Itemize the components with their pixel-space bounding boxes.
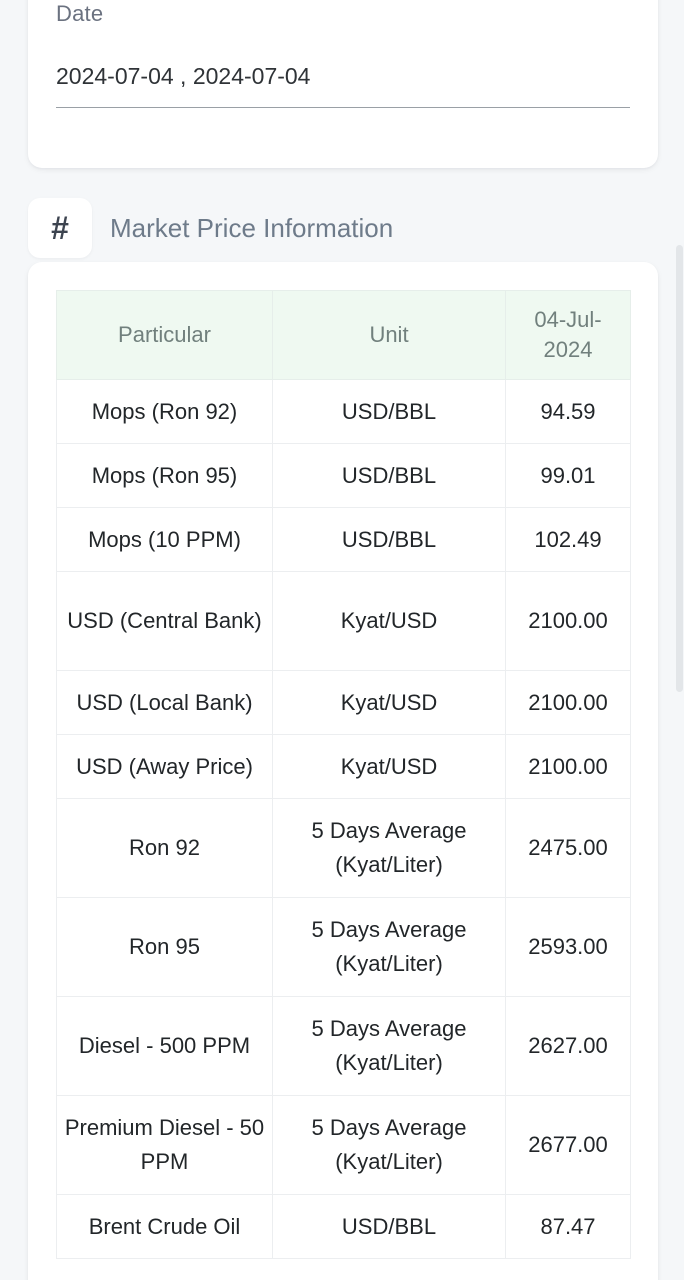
column-header-date-line2: 2024 bbox=[543, 337, 593, 362]
cell-unit: Kyat/USD bbox=[272, 571, 506, 671]
cell-unit: 5 Days Average (Kyat/Liter) bbox=[272, 996, 506, 1096]
table-header-row: Particular Unit 04-Jul- 2024 bbox=[56, 290, 631, 380]
column-header-date-line1: 04-Jul- bbox=[534, 307, 602, 332]
cell-particular: USD (Away Price) bbox=[56, 734, 273, 799]
cell-value: 99.01 bbox=[505, 443, 631, 508]
cell-value: 2100.00 bbox=[505, 734, 631, 799]
page-title: Market Price Information bbox=[110, 213, 394, 243]
table-row: Ron 95 5 Days Average (Kyat/Liter) 2593.00 bbox=[56, 897, 631, 997]
cell-particular: Premium Diesel - 50 PPM bbox=[56, 1095, 273, 1195]
page-scrollbar-thumb[interactable] bbox=[676, 245, 683, 692]
table-row: Ron 92 5 Days Average (Kyat/Liter) 2475.00 bbox=[56, 798, 631, 898]
cell-value: 2100.00 bbox=[505, 571, 631, 671]
hash-icon: # bbox=[28, 198, 92, 258]
cell-value: 2627.00 bbox=[505, 996, 631, 1096]
cell-particular: USD (Central Bank) bbox=[56, 571, 273, 671]
cell-value: 102.49 bbox=[505, 507, 631, 572]
cell-unit-line2: (Kyat/Liter) bbox=[335, 951, 443, 976]
table-row: Premium Diesel - 50 PPM 5 Days Average (Ky… bbox=[56, 1095, 631, 1195]
date-card: Date 2024-07-04 , 2024-07-04 bbox=[28, 0, 658, 168]
cell-unit: 5 Days Average (Kyat/Liter) bbox=[272, 1095, 506, 1195]
table-row: Mops (Ron 95) USD/BBL 99.01 bbox=[56, 443, 631, 508]
cell-particular: Ron 95 bbox=[56, 897, 273, 997]
cell-value: 2475.00 bbox=[505, 798, 631, 898]
table-row: Diesel - 500 PPM 5 Days Average (Kyat/Lite… bbox=[56, 996, 631, 1096]
cell-unit-line2: (Kyat/Liter) bbox=[335, 852, 443, 877]
cell-value: 94.59 bbox=[505, 379, 631, 444]
table-row: Mops (Ron 92) USD/BBL 94.59 bbox=[56, 379, 631, 444]
market-price-section-header: # Market Price Information bbox=[28, 198, 393, 258]
cell-value: 2100.00 bbox=[505, 670, 631, 735]
cell-particular: Mops (Ron 92) bbox=[56, 379, 273, 444]
cell-particular: USD (Local Bank) bbox=[56, 670, 273, 735]
cell-unit: USD/BBL bbox=[272, 1194, 506, 1259]
cell-particular: Diesel - 500 PPM bbox=[56, 996, 273, 1096]
cell-unit-line2: (Kyat/Liter) bbox=[335, 1149, 443, 1174]
table-header: Particular Unit 04-Jul- 2024 bbox=[56, 290, 631, 380]
page-scrollbar-track[interactable] bbox=[674, 0, 684, 1280]
page-root: Date 2024-07-04 , 2024-07-04 # Market Pr… bbox=[0, 0, 684, 1280]
hash-icon-glyph: # bbox=[51, 210, 69, 246]
cell-value: 87.47 bbox=[505, 1194, 631, 1259]
cell-unit: USD/BBL bbox=[272, 443, 506, 508]
cell-unit: Kyat/USD bbox=[272, 734, 506, 799]
column-header-unit: Unit bbox=[272, 290, 506, 380]
cell-unit-line1: 5 Days Average bbox=[311, 1016, 467, 1041]
table-row: Mops (10 PPM) USD/BBL 102.49 bbox=[56, 507, 631, 572]
date-field-label: Date bbox=[56, 1, 104, 26]
date-field-underline bbox=[56, 107, 630, 108]
cell-unit-line1: 5 Days Average bbox=[311, 1115, 467, 1140]
cell-unit-line2: (Kyat/Liter) bbox=[335, 1050, 443, 1075]
table-row: USD (Local Bank) Kyat/USD 2100.00 bbox=[56, 670, 631, 735]
table-row: USD (Away Price) Kyat/USD 2100.00 bbox=[56, 734, 631, 799]
cell-particular: Mops (10 PPM) bbox=[56, 507, 273, 572]
cell-unit-line1: 5 Days Average bbox=[311, 818, 467, 843]
cell-unit: 5 Days Average (Kyat/Liter) bbox=[272, 798, 506, 898]
table-row: USD (Central Bank) Kyat/USD 2100.00 bbox=[56, 571, 631, 671]
cell-value: 2677.00 bbox=[505, 1095, 631, 1195]
date-range-value[interactable]: 2024-07-04 , 2024-07-04 bbox=[56, 61, 310, 91]
market-price-table-card: Particular Unit 04-Jul- 2024 Mops (Ron 9… bbox=[28, 262, 658, 1280]
cell-particular: Ron 92 bbox=[56, 798, 273, 898]
column-header-date: 04-Jul- 2024 bbox=[505, 290, 631, 380]
cell-unit: Kyat/USD bbox=[272, 670, 506, 735]
market-price-table: Particular Unit 04-Jul- 2024 Mops (Ron 9… bbox=[56, 290, 631, 1259]
table-row: Brent Crude Oil USD/BBL 87.47 bbox=[56, 1194, 631, 1259]
column-header-particular: Particular bbox=[56, 290, 273, 380]
cell-particular: Brent Crude Oil bbox=[56, 1194, 273, 1259]
table-body: Mops (Ron 92) USD/BBL 94.59 Mops (Ron 95) US… bbox=[56, 379, 631, 1259]
cell-unit-line1: 5 Days Average bbox=[311, 917, 467, 942]
cell-unit: 5 Days Average (Kyat/Liter) bbox=[272, 897, 506, 997]
cell-unit: USD/BBL bbox=[272, 379, 506, 444]
cell-unit: USD/BBL bbox=[272, 507, 506, 572]
cell-value: 2593.00 bbox=[505, 897, 631, 997]
cell-particular: Mops (Ron 95) bbox=[56, 443, 273, 508]
